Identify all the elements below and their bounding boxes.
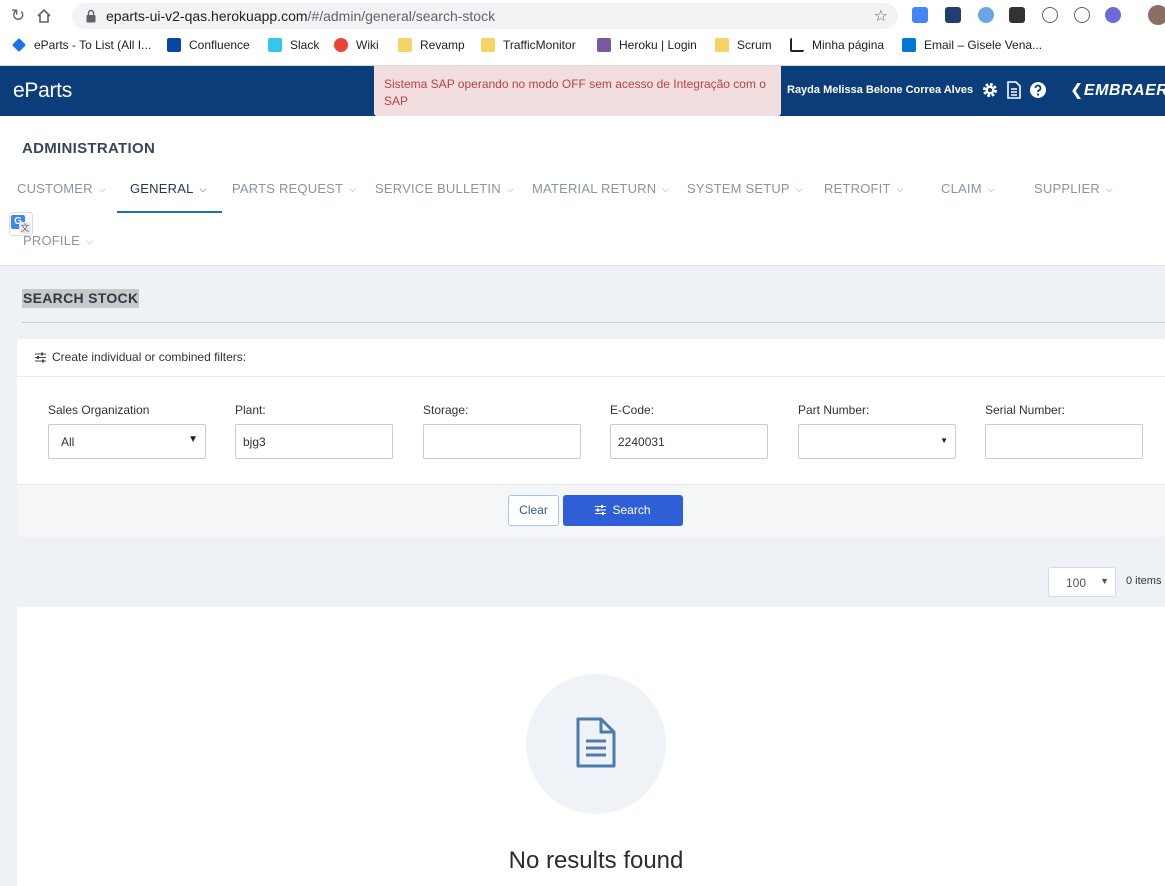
- serial-number-input[interactable]: [985, 424, 1143, 459]
- chevron-down-icon: ⌵: [199, 184, 207, 194]
- item-count: 0 items: [1126, 575, 1162, 587]
- bookmark-item[interactable]: Revamp: [398, 38, 465, 52]
- bookmark-icon: [334, 38, 348, 52]
- heroku-icon: [597, 38, 611, 52]
- tab-general[interactable]: GENERAL ⌵: [130, 181, 207, 196]
- chevron-down-icon: ⌵: [349, 184, 357, 194]
- embraer-logo: ❮EMBRAER: [1070, 82, 1165, 99]
- tab-supplier[interactable]: SUPPLIER ⌵: [1034, 181, 1113, 196]
- sliders-icon: [35, 352, 46, 363]
- dropdown-caret-icon: ▼: [1100, 576, 1109, 586]
- bookmark-item[interactable]: Confluence: [167, 38, 250, 52]
- folder-icon: [398, 38, 412, 52]
- translate-extension-icon[interactable]: [912, 7, 928, 23]
- page-title: SEARCH STOCK: [22, 289, 140, 308]
- title-divider: [22, 322, 1165, 323]
- address-row: ↻ eparts-ui-v2-qas.herokuapp.com/#/admin…: [0, 0, 1165, 32]
- outlook-icon: [902, 38, 916, 52]
- sales-org-select[interactable]: All ▼: [48, 424, 206, 459]
- selenium-extension-icon[interactable]: [1009, 7, 1025, 23]
- folder-icon: [715, 38, 729, 52]
- chevron-down-icon: ⌵: [795, 184, 803, 194]
- document-icon[interactable]: [1005, 81, 1023, 99]
- home-icon[interactable]: [33, 5, 55, 27]
- bookmark-item[interactable]: TrafficMonitor: [481, 38, 576, 52]
- app-header: eParts Sistema SAP operando no modo OFF …: [0, 66, 1165, 116]
- bookmark-item[interactable]: Wiki: [334, 38, 379, 52]
- dropdown-caret-icon: ▼: [940, 436, 948, 445]
- search-button[interactable]: Search: [563, 495, 683, 526]
- url-text: eparts-ui-v2-qas.herokuapp.com/#/admin/g…: [106, 8, 496, 24]
- chevron-down-icon: ⌵: [1105, 184, 1113, 194]
- bookmark-item[interactable]: Minha página: [790, 38, 884, 52]
- tab-customer[interactable]: CUSTOMER ⌵: [17, 181, 106, 196]
- tab-retrofit[interactable]: RETROFIT ⌵: [824, 181, 904, 196]
- tab-claim[interactable]: CLAIM ⌵: [941, 181, 995, 196]
- bookmark-item[interactable]: eParts - To List (All I...: [12, 38, 151, 52]
- filter-hint: Create individual or combined filters:: [52, 350, 247, 364]
- plant-input[interactable]: bjg3: [235, 424, 393, 459]
- bookmark-icon: [12, 38, 26, 52]
- storage-label: Storage:: [423, 403, 469, 417]
- tab-material-return[interactable]: MATERIAL RETURN ⌵: [532, 181, 669, 196]
- ecode-input[interactable]: 2240031: [610, 424, 768, 459]
- sap-warning-banner: Sistema SAP operando no modo OFF sem ace…: [374, 66, 781, 116]
- user-name[interactable]: Rayda Melissa Belone Correa Alves: [787, 84, 973, 96]
- chevron-down-icon: ⌵: [896, 184, 904, 194]
- chevron-down-icon: ⌵: [987, 184, 995, 194]
- tab-system-setup[interactable]: SYSTEM SETUP ⌵: [687, 181, 803, 196]
- bookmark-icon: [167, 38, 181, 52]
- no-results-message: No results found: [508, 847, 684, 874]
- bookmark-star-icon[interactable]: ☆: [874, 6, 888, 26]
- plant-label: Plant:: [235, 403, 266, 417]
- reload-icon[interactable]: ↻: [7, 5, 29, 27]
- dropdown-caret-icon: ▼: [188, 434, 198, 445]
- help-icon[interactable]: [1029, 81, 1047, 99]
- extension-badge-icon[interactable]: [978, 7, 994, 23]
- chevron-down-icon: ⌵: [98, 184, 106, 194]
- sales-org-label: Sales Organization: [48, 403, 150, 417]
- gear-icon[interactable]: [981, 81, 999, 99]
- ecode-label: E-Code:: [610, 403, 655, 417]
- extension-icon[interactable]: [945, 7, 961, 23]
- chevron-down-icon: ⌵: [506, 184, 514, 194]
- tab-service-bulletin[interactable]: SERVICE BULLETIN ⌵: [375, 181, 514, 196]
- bookmark-icon: [790, 38, 804, 52]
- extension-icon[interactable]: [1042, 7, 1058, 23]
- address-bar[interactable]: eparts-ui-v2-qas.herokuapp.com/#/admin/g…: [72, 3, 898, 29]
- profile-avatar[interactable]: [1148, 5, 1165, 25]
- part-number-select[interactable]: ▼: [798, 424, 956, 459]
- document-icon: [576, 717, 616, 768]
- bookmark-icon: [268, 38, 282, 52]
- bookmark-item[interactable]: Email – Gisele Vena...: [902, 38, 1042, 52]
- bookmark-item[interactable]: Heroku | Login: [597, 38, 697, 52]
- bookmark-item[interactable]: Scrum: [715, 38, 772, 52]
- tab-profile[interactable]: PROFILE ⌵: [23, 233, 93, 248]
- embraer-mark-icon: ❮: [1070, 82, 1084, 99]
- active-tab-indicator: [117, 211, 222, 213]
- chevron-down-icon: ⌵: [86, 236, 94, 246]
- brand-logo[interactable]: eParts: [13, 79, 72, 103]
- part-number-label: Part Number:: [798, 403, 870, 417]
- serial-number-label: Serial Number:: [985, 403, 1066, 417]
- bookmark-item[interactable]: Slack: [268, 38, 319, 52]
- page-size-select[interactable]: 100 ▼: [1048, 567, 1116, 597]
- lock-icon: [86, 9, 96, 23]
- bookmarks-bar: eParts - To List (All I... Confluence Sl…: [0, 34, 1165, 60]
- browser-chrome: ↻ eparts-ui-v2-qas.herokuapp.com/#/admin…: [0, 0, 1165, 66]
- extension-icon[interactable]: [1074, 7, 1090, 23]
- admin-title: ADMINISTRATION: [22, 140, 156, 157]
- storage-input[interactable]: [423, 424, 581, 459]
- empty-state-illustration: [526, 674, 666, 814]
- tab-parts-request[interactable]: PARTS REQUEST ⌵: [232, 181, 356, 196]
- extension-check-icon[interactable]: [1105, 7, 1121, 23]
- sliders-icon: [595, 505, 607, 515]
- folder-icon: [481, 38, 495, 52]
- chevron-down-icon: ⌵: [662, 184, 670, 194]
- filter-header: Create individual or combined filters:: [17, 339, 1165, 377]
- clear-button[interactable]: Clear: [508, 495, 559, 526]
